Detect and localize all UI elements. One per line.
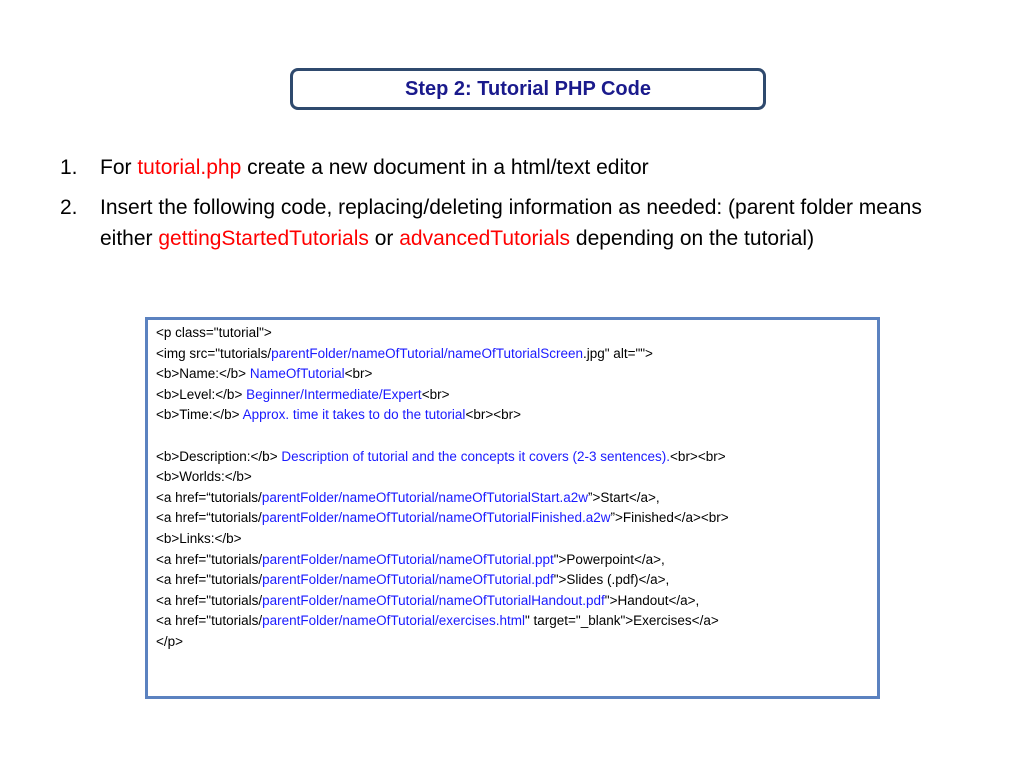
code-line: <p class="tutorial"> — [156, 323, 869, 344]
code-line: <a href="tutorials/parentFolder/nameOfTu… — [156, 591, 869, 612]
highlighted-term: tutorial.php — [137, 156, 242, 179]
code-box: <p class="tutorial"> <img src="tutorials/… — [145, 317, 880, 699]
code-text: ">Powerpoint</a>, — [553, 551, 665, 567]
code-text: .jpg" alt=""> — [583, 345, 653, 361]
code-text: ">Handout</a>, — [604, 592, 700, 608]
code-line: <b>Level:</b> Beginner/Intermediate/Expe… — [156, 385, 869, 406]
code-text: <a href=“tutorials/ — [156, 510, 262, 526]
highlighted-term: advancedTutorials — [399, 227, 571, 250]
code-text: <a href="tutorials/ — [156, 592, 263, 608]
code-text: <a href=“tutorials/ — [156, 489, 262, 505]
code-placeholder: parentFolder/nameOfTutorial/nameOfTutori… — [262, 572, 554, 588]
code-line: <a href="tutorials/parentFolder/nameOfTu… — [156, 550, 869, 571]
code-placeholder: parentFolder/nameOfTutorial/nameOfTutori… — [261, 489, 588, 505]
code-text: ”>Start</a>, — [587, 489, 660, 505]
highlighted-term: gettingStartedTutorials — [158, 227, 369, 250]
code-text: <a href="tutorials/ — [156, 551, 263, 567]
code-line: <b>Links:</b> — [156, 529, 869, 550]
code-text: <br><br> — [670, 448, 726, 464]
code-line: <a href="tutorials/parentFolder/nameOfTu… — [156, 611, 869, 632]
code-line: <b>Name:</b> NameOfTutorial<br> — [156, 364, 869, 385]
code-line: <b>Worlds:</b> — [156, 467, 869, 488]
code-text: <b>Level:</b> — [156, 386, 247, 402]
code-text: <a href="tutorials/ — [156, 572, 263, 588]
step-number: 2. — [60, 196, 78, 219]
step-item: 2. Insert the following code, replacing/d… — [60, 192, 960, 254]
code-text: <a href="tutorials/ — [156, 613, 263, 629]
step-text-segment: For — [100, 156, 138, 179]
slide-title: Step 2: Tutorial PHP Code — [405, 77, 651, 100]
step-number: 1. — [60, 156, 78, 179]
code-placeholder: Approx. time it takes to do the tutorial — [242, 407, 466, 423]
code-text: ”>Finished</a><br> — [610, 510, 729, 526]
steps-list: 1. For tutorial.php create a new document… — [60, 152, 960, 263]
code-placeholder: parentFolder/nameOfTutorial/exercises.ht… — [262, 613, 525, 629]
code-text: <b>Description:</b> — [156, 448, 282, 464]
code-text: <img src="tutorials/ — [156, 345, 272, 361]
code-text: <b>Time:</b> — [156, 407, 243, 423]
code-text: <b>Worlds:</b> — [156, 469, 252, 485]
step-text-segment: create a new document in a html/text edi… — [241, 156, 649, 179]
code-text: <br> — [421, 386, 450, 402]
code-placeholder: Beginner/Intermediate/Expert — [246, 386, 422, 402]
code-placeholder: parentFolder/nameOfTutorial/nameOfTutori… — [271, 345, 583, 361]
code-placeholder: parentFolder/nameOfTutorial/nameOfTutori… — [262, 592, 605, 608]
code-text: <br> — [344, 366, 373, 382]
step-item: 1. For tutorial.php create a new document… — [60, 152, 960, 183]
code-text: </p> — [156, 633, 184, 649]
title-box: Step 2: Tutorial PHP Code — [290, 68, 766, 110]
code-placeholder: parentFolder/nameOfTutorial/nameOfTutori… — [262, 551, 554, 567]
code-line: <a href=“tutorials/parentFolder/nameOfTu… — [156, 488, 869, 509]
code-line: <b>Time:</b> Approx. time it takes to do… — [156, 405, 869, 426]
code-line: <a href="tutorials/parentFolder/nameOfTu… — [156, 570, 869, 591]
code-text: <p class="tutorial"> — [156, 325, 272, 340]
step-text-segment: depending on the tutorial) — [570, 227, 815, 250]
step-text: For tutorial.php create a new document i… — [100, 152, 960, 183]
code-line: </p> — [156, 632, 869, 653]
code-line: <img src="tutorials/parentFolder/nameOfT… — [156, 344, 869, 365]
code-line: <b>Description:</b> Description of tutor… — [156, 447, 869, 468]
code-text: <b>Links:</b> — [156, 530, 242, 546]
code-text: ">Slides (.pdf)</a>, — [553, 572, 670, 588]
code-placeholder: parentFolder/nameOfTutorial/nameOfTutori… — [261, 510, 611, 526]
code-placeholder: Description of tutorial and the concepts… — [281, 448, 671, 464]
code-text: " target="_blank">Exercises</a> — [524, 613, 719, 629]
code-placeholder: NameOfTutorial — [249, 366, 345, 382]
code-text: <br><br> — [465, 407, 521, 423]
code-text: <b>Name:</b> — [156, 366, 250, 382]
code-line: <a href=“tutorials/parentFolder/nameOfTu… — [156, 508, 869, 529]
step-text-segment: or — [368, 227, 400, 250]
step-text: Insert the following code, replacing/del… — [100, 192, 960, 254]
